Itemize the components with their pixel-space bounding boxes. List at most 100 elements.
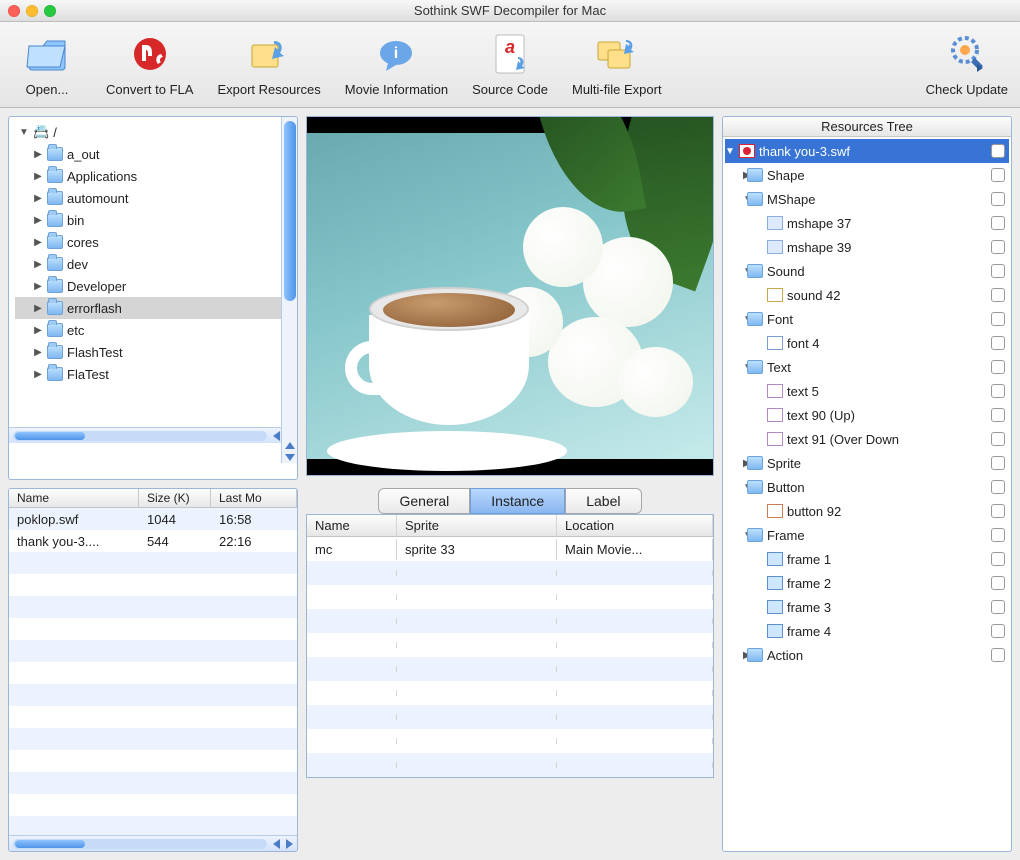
checkbox[interactable] (991, 192, 1005, 206)
resource-child[interactable]: frame 4 (725, 619, 1009, 643)
folder-icon (747, 456, 763, 470)
folder-open-icon (25, 32, 69, 76)
resource-child[interactable]: text 91 (Over Down (725, 427, 1009, 451)
vertical-scrollbar[interactable] (281, 117, 297, 463)
col-mod[interactable]: Last Mo (211, 489, 297, 507)
resource-child[interactable]: frame 3 (725, 595, 1009, 619)
checkbox[interactable] (991, 144, 1005, 158)
tree-item[interactable]: ▶Developer (15, 275, 295, 297)
checkbox[interactable] (991, 456, 1005, 470)
swf-preview (306, 116, 714, 476)
checkbox[interactable] (991, 528, 1005, 542)
resource-child[interactable]: mshape 39 (725, 235, 1009, 259)
resource-child[interactable]: text 90 (Up) (725, 403, 1009, 427)
folder-icon (747, 480, 763, 494)
col-name[interactable]: Name (9, 489, 139, 507)
resource-child[interactable]: sound 42 (725, 283, 1009, 307)
tree-item[interactable]: ▶cores (15, 231, 295, 253)
table-row (9, 574, 297, 596)
resource-child[interactable]: frame 2 (725, 571, 1009, 595)
checkbox[interactable] (991, 168, 1005, 182)
folder-icon (747, 312, 763, 326)
checkbox[interactable] (991, 480, 1005, 494)
instance-table: Name Sprite Location mcsprite 33Main Mov… (306, 514, 714, 778)
tree-root[interactable]: ▼📇/ (15, 121, 295, 143)
resource-group[interactable]: ▶Sprite (725, 451, 1009, 475)
source-code-button[interactable]: a Source Code (472, 32, 548, 97)
checkbox[interactable] (991, 408, 1005, 422)
titlebar: Sothink SWF Decompiler for Mac (0, 0, 1020, 22)
resource-root[interactable]: ▼thank you-3.swf (725, 139, 1009, 163)
checkbox[interactable] (991, 648, 1005, 662)
resource-child[interactable]: mshape 37 (725, 211, 1009, 235)
table-row (9, 684, 297, 706)
table-row (307, 561, 713, 585)
resource-child[interactable]: frame 1 (725, 547, 1009, 571)
checkbox[interactable] (991, 504, 1005, 518)
col-inst-location[interactable]: Location (557, 515, 713, 536)
table-row (307, 609, 713, 633)
check-update-button[interactable]: Check Update (926, 32, 1008, 97)
resource-group[interactable]: ▼Text (725, 355, 1009, 379)
horizontal-scrollbar[interactable] (9, 835, 297, 851)
checkbox[interactable] (991, 312, 1005, 326)
tab-instance[interactable]: Instance (470, 488, 565, 514)
checkbox[interactable] (991, 432, 1005, 446)
resource-group[interactable]: ▼Button (725, 475, 1009, 499)
col-inst-name[interactable]: Name (307, 515, 397, 536)
checkbox[interactable] (991, 240, 1005, 254)
resource-child[interactable]: text 5 (725, 379, 1009, 403)
resource-group[interactable]: ▼Font (725, 307, 1009, 331)
export-icon (247, 32, 291, 76)
table-row (9, 596, 297, 618)
table-row[interactable]: thank you-3....54422:16 (9, 530, 297, 552)
convert-fla-button[interactable]: Convert to FLA (106, 32, 193, 97)
checkbox[interactable] (991, 384, 1005, 398)
file-list-panel: Name Size (K) Last Mo poklop.swf104416:5… (8, 488, 298, 852)
tab-label[interactable]: Label (565, 488, 641, 514)
export-resources-button[interactable]: Export Resources (217, 32, 320, 97)
resource-child[interactable]: font 4 (725, 331, 1009, 355)
checkbox[interactable] (991, 600, 1005, 614)
tree-item[interactable]: ▶Applications (15, 165, 295, 187)
resource-group[interactable]: ▶Shape (725, 163, 1009, 187)
tree-item[interactable]: ▶a_out (15, 143, 295, 165)
tab-general[interactable]: General (378, 488, 470, 514)
folder-icon (47, 257, 63, 271)
multifile-export-button[interactable]: Multi-file Export (572, 32, 662, 97)
tree-item[interactable]: ▶errorflash (15, 297, 295, 319)
tree-item[interactable]: ▶etc (15, 319, 295, 341)
checkbox[interactable] (991, 264, 1005, 278)
folder-icon (47, 345, 63, 359)
tree-item[interactable]: ▶dev (15, 253, 295, 275)
movie-info-button[interactable]: i Movie Information (345, 32, 448, 97)
resource-group[interactable]: ▼MShape (725, 187, 1009, 211)
tree-item[interactable]: ▶FlashTest (15, 341, 295, 363)
checkbox[interactable] (991, 552, 1005, 566)
tree-item[interactable]: ▶FlaTest (15, 363, 295, 385)
checkbox[interactable] (991, 576, 1005, 590)
checkbox[interactable] (991, 288, 1005, 302)
resource-group[interactable]: ▼Frame (725, 523, 1009, 547)
tree-item[interactable]: ▶bin (15, 209, 295, 231)
folder-icon (47, 367, 63, 381)
checkbox[interactable] (991, 624, 1005, 638)
checkbox[interactable] (991, 336, 1005, 350)
checkbox[interactable] (991, 360, 1005, 374)
folder-icon (47, 169, 63, 183)
file-list-header[interactable]: Name Size (K) Last Mo (9, 489, 297, 508)
tree-item[interactable]: ▶automount (15, 187, 295, 209)
resource-child[interactable]: button 92 (725, 499, 1009, 523)
table-row (9, 772, 297, 794)
col-size[interactable]: Size (K) (139, 489, 211, 507)
table-row[interactable]: mcsprite 33Main Movie... (307, 537, 713, 561)
resource-group[interactable]: ▼Sound (725, 259, 1009, 283)
col-inst-sprite[interactable]: Sprite (397, 515, 557, 536)
horizontal-scrollbar[interactable] (9, 427, 297, 443)
open-button[interactable]: Open... (12, 32, 82, 97)
table-row[interactable]: poklop.swf104416:58 (9, 508, 297, 530)
checkbox[interactable] (991, 216, 1005, 230)
folder-icon (47, 213, 63, 227)
resources-tree-panel: Resources Tree ▼thank you-3.swf▶Shape▼MS… (722, 116, 1012, 852)
resource-group[interactable]: ▶Action (725, 643, 1009, 667)
